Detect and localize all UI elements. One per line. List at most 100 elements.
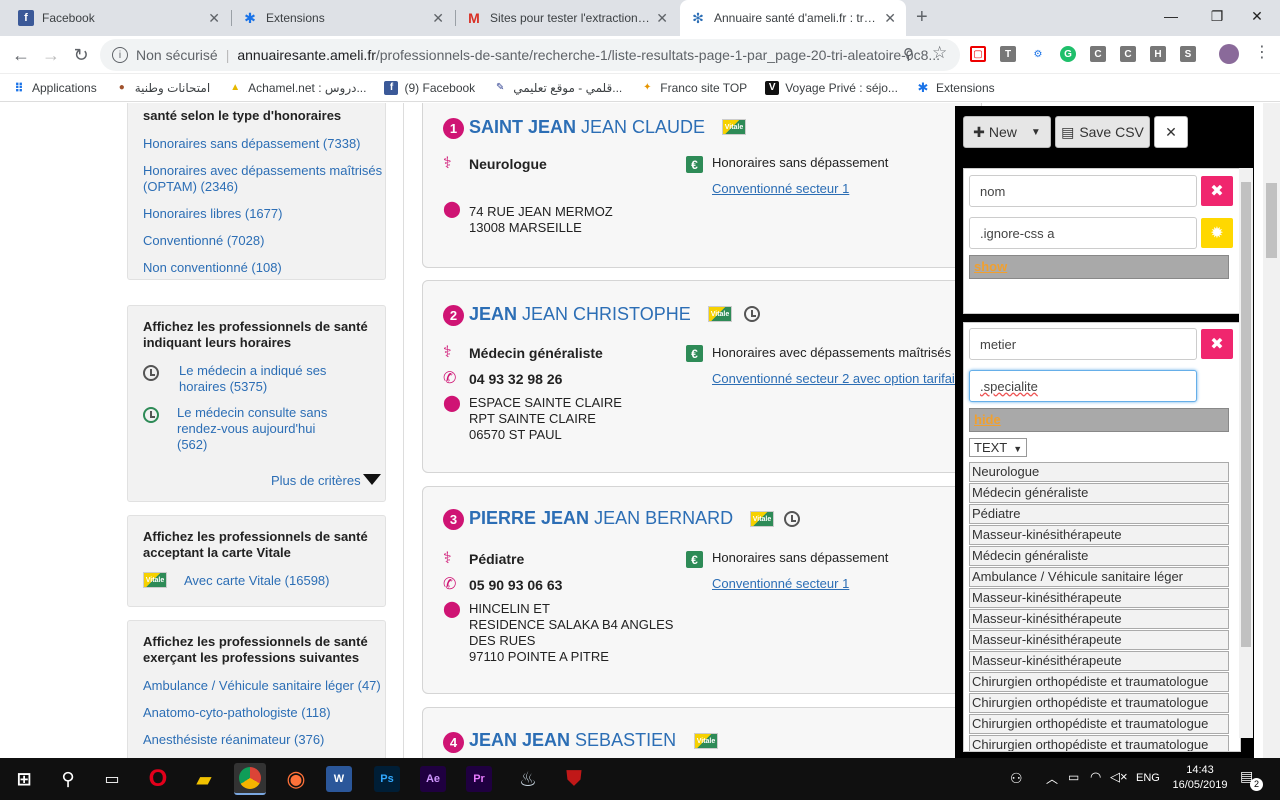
result-name[interactable]: JEAN JEAN CHRISTOPHE <box>469 304 691 325</box>
extension-icon[interactable]: ⚙ <box>1030 46 1046 62</box>
filter-link[interactable]: Anatomo-cyto-pathologiste (118) <box>143 705 331 721</box>
avatar[interactable] <box>1219 44 1239 64</box>
mcafee-icon[interactable]: ⛊ <box>558 763 590 795</box>
chevron-up-icon[interactable]: ︿ <box>1046 770 1058 787</box>
windows-start-icon[interactable]: ⊞ <box>8 763 40 795</box>
chrome-icon[interactable] <box>234 763 266 795</box>
css-selector-input[interactable]: .specialite <box>969 370 1197 402</box>
clock[interactable]: 14:43 16/05/2019 <box>1172 763 1228 793</box>
filter-link[interactable]: Ambulance / Véhicule sanitaire léger (47… <box>143 678 381 694</box>
bookmark-star-icon[interactable]: ☆ <box>932 43 947 63</box>
info-icon[interactable]: i <box>112 47 128 63</box>
extension-icon[interactable]: C <box>1120 46 1136 62</box>
sector-link[interactable]: Conventionné secteur 1 <box>712 181 849 196</box>
delete-field-button[interactable]: ✖ <box>1201 176 1233 206</box>
panel-scrollbar[interactable] <box>1239 168 1253 738</box>
filter-link[interactable]: Avec carte Vitale (16598) <box>184 573 330 589</box>
tab-facebook[interactable]: f Facebook ✕ <box>8 0 230 36</box>
back-button[interactable]: ← <box>10 44 32 66</box>
bookmark-item[interactable]: ▲ Achamel.net : دروس... <box>228 81 366 95</box>
bookmark-item[interactable]: ● امتحانات وطنية <box>115 81 210 95</box>
facebook-icon: f <box>18 10 34 26</box>
caret-down-icon[interactable]: ▼ <box>1031 127 1041 138</box>
field-name-input[interactable]: metier <box>969 328 1197 360</box>
close-tab-icon[interactable]: ✕ <box>884 10 896 27</box>
opera-icon[interactable]: O <box>142 763 174 795</box>
search-icon[interactable]: ⚲ <box>52 763 84 795</box>
sector-link[interactable]: Conventionné secteur 2 avec option tarif… <box>712 371 966 386</box>
css-selector-input[interactable]: .ignore-css a <box>969 217 1197 249</box>
zoom-icon[interactable]: ⚲ <box>903 45 914 63</box>
forward-button[interactable]: → <box>40 44 62 66</box>
bookmark-item[interactable]: ✦ Franco site TOP <box>640 81 747 95</box>
filter-link[interactable]: Honoraires avec dépassements maîtrisés (… <box>143 163 383 195</box>
close-window-button[interactable]: ✕ <box>1234 0 1280 32</box>
result-card: 3 PIERRE JEAN JEAN BERNARD Vitale ⚕ Pédi… <box>422 486 982 694</box>
after-effects-icon[interactable]: Ae <box>420 766 446 792</box>
wifi-icon[interactable]: ◠ <box>1090 769 1101 785</box>
extension-icon[interactable]: S <box>1180 46 1196 62</box>
filter-link[interactable]: Anesthésiste réanimateur (376) <box>143 732 324 748</box>
bookmark-item[interactable]: ✎ قلمي - موقع تعليمي... <box>493 81 622 95</box>
close-tab-icon[interactable]: ✕ <box>656 10 668 27</box>
stethoscope-icon: ⚕ <box>443 550 452 567</box>
minimize-button[interactable]: — <box>1148 0 1194 32</box>
premiere-icon[interactable]: Pr <box>466 766 492 792</box>
extension-icon[interactable]: ▢ <box>970 46 986 62</box>
extension-icon[interactable]: H <box>1150 46 1166 62</box>
result-name[interactable]: PIERRE JEAN JEAN BERNARD <box>469 508 733 529</box>
clock-icon <box>744 306 760 322</box>
tab-extensions[interactable]: ✱ Extensions ✕ <box>232 0 454 36</box>
result-card: 1 SAINT JEAN JEAN CLAUDE Vitale ⚕ Neurol… <box>422 103 982 268</box>
file-explorer-icon[interactable]: ▰ <box>188 763 220 795</box>
extracted-value-row: Masseur-kinésithérapeute <box>969 525 1229 545</box>
reload-button[interactable]: ↻ <box>70 44 92 66</box>
language-indicator[interactable]: ENG <box>1136 772 1160 784</box>
bookmark-applications[interactable]: ⠿ Applications <box>12 81 96 95</box>
save-csv-button[interactable]: ▤ Save CSV <box>1055 116 1150 148</box>
new-tab-button[interactable]: + <box>916 6 928 29</box>
firefox-icon[interactable]: ◉ <box>280 763 312 795</box>
battery-icon[interactable]: ▭ <box>1068 770 1079 784</box>
task-view-icon[interactable]: ▭ <box>96 763 128 795</box>
people-icon[interactable]: ⚇ <box>1010 770 1023 787</box>
result-name[interactable]: JEAN JEAN SEBASTIEN <box>469 730 676 751</box>
tab-title: Sites pour tester l'extraction - ilyas <box>490 11 650 25</box>
filter-link[interactable]: Le médecin a indiqué ses horaires (5375) <box>179 363 339 395</box>
filter-link[interactable]: Conventionné (7028) <box>143 233 264 249</box>
result-name[interactable]: SAINT JEAN JEAN CLAUDE <box>469 117 705 138</box>
menu-icon[interactable]: ⋮ <box>1254 42 1270 62</box>
steam-icon[interactable]: ♨ <box>512 763 544 795</box>
bookmark-item[interactable]: ✱ Extensions <box>916 80 994 95</box>
filter-link[interactable]: Non conventionné (108) <box>143 260 282 276</box>
toggle-hide-button[interactable]: hide <box>969 408 1229 432</box>
bookmark-item[interactable]: V Voyage Privé : séjo... <box>765 80 898 95</box>
filter-link[interactable]: Honoraires libres (1677) <box>143 206 282 222</box>
extension-icon[interactable]: C <box>1090 46 1106 62</box>
more-criteria-link[interactable]: Plus de critères <box>271 473 361 489</box>
result-card: 4 JEAN JEAN SEBASTIEN Vitale <box>422 707 982 758</box>
delete-field-button[interactable]: ✖ <box>1201 329 1233 359</box>
tab-ameli[interactable]: ✻ Annuaire santé d'ameli.fr : trouve ✕ <box>680 0 906 36</box>
sector-link[interactable]: Conventionné secteur 1 <box>712 576 849 591</box>
toggle-show-button[interactable]: show <box>969 255 1229 279</box>
field-name-input[interactable]: nom <box>969 175 1197 207</box>
new-button[interactable]: ✚ New ▼ <box>963 116 1051 148</box>
grammarly-icon[interactable]: G <box>1060 46 1076 62</box>
type-select[interactable]: TEXT ▼ <box>969 438 1027 457</box>
word-icon[interactable]: W <box>326 766 352 792</box>
close-tab-icon[interactable]: ✕ <box>208 10 220 27</box>
photoshop-icon[interactable]: Ps <box>374 766 400 792</box>
filter-link[interactable]: Honoraires sans dépassement (7338) <box>143 136 361 152</box>
bookmark-item[interactable]: f (9) Facebook <box>384 80 475 95</box>
highlight-button[interactable]: ✹ <box>1201 218 1233 248</box>
caret-down-icon[interactable] <box>363 474 381 485</box>
address-bar[interactable]: i Non sécurisé | annuairesante.ameli.fr /… <box>100 39 960 71</box>
tab-gmail[interactable]: M Sites pour tester l'extraction - ilyas… <box>456 0 678 36</box>
close-panel-button[interactable]: ✕ <box>1154 116 1188 148</box>
volume-icon[interactable]: ◁× <box>1110 769 1128 785</box>
close-tab-icon[interactable]: ✕ <box>432 10 444 27</box>
filter-link[interactable]: Le médecin consulte sans rendez-vous auj… <box>177 405 342 453</box>
extension-icon[interactable]: T <box>1000 46 1016 62</box>
page-scrollbar[interactable] <box>1263 103 1280 758</box>
